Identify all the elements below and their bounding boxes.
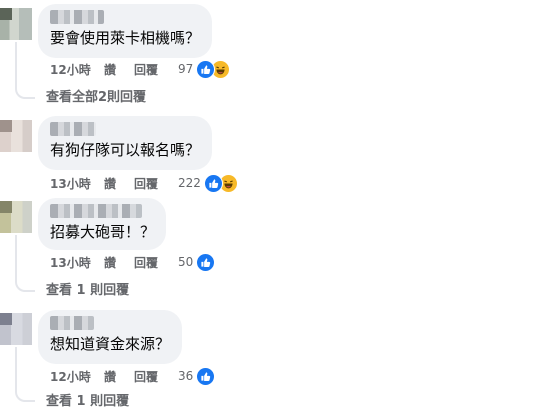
avatar[interactable] <box>0 313 32 345</box>
like-icon <box>196 59 216 79</box>
reply-button[interactable]: 回覆 <box>134 368 158 385</box>
avatar[interactable] <box>0 8 32 40</box>
thread-line <box>15 347 17 392</box>
reaction-count: 50 <box>178 255 194 269</box>
reaction-summary[interactable]: 50 <box>178 252 216 272</box>
reply-button[interactable]: 回覆 <box>134 61 158 78</box>
like-button[interactable]: 讚 <box>104 368 134 385</box>
reaction-count: 222 <box>178 176 201 190</box>
reaction-count: 36 <box>178 369 194 383</box>
comment-time[interactable]: 12小時 <box>50 61 104 78</box>
like-icon <box>196 252 216 272</box>
reaction-summary[interactable]: 222 <box>178 173 238 193</box>
reaction-summary[interactable]: 36 <box>178 366 216 386</box>
like-button[interactable]: 讚 <box>104 254 134 271</box>
thread-elbow <box>15 280 35 292</box>
commenter-name-blurred[interactable]: name <box>50 204 142 218</box>
comment-bubble: name 要會使用萊卡相機嗎？ <box>38 4 212 58</box>
thread-elbow <box>15 87 35 99</box>
like-icon <box>196 366 216 386</box>
commenter-name-blurred[interactable]: name <box>50 122 96 136</box>
thread-elbow <box>15 390 35 402</box>
avatar[interactable] <box>0 201 32 233</box>
comment-time[interactable]: 13小時 <box>50 175 104 192</box>
comment-bubble: name 有狗仔隊可以報名嗎？ <box>38 116 212 170</box>
thread-line <box>15 235 17 280</box>
reply-button[interactable]: 回覆 <box>134 254 158 271</box>
comment-text: 想知道資金來源？ <box>50 335 171 353</box>
comment-text: 招募大砲哥！？ <box>50 223 156 241</box>
comment-text: 要會使用萊卡相機嗎？ <box>50 29 201 47</box>
thread-line <box>15 42 17 87</box>
like-icon <box>203 173 223 193</box>
comment-time[interactable]: 12小時 <box>50 368 104 385</box>
commenter-name-blurred[interactable]: name <box>50 316 94 330</box>
view-replies-link[interactable]: 查看 1 則回覆 <box>46 393 129 411</box>
view-replies-link[interactable]: 查看 1 則回覆 <box>46 282 129 300</box>
like-button[interactable]: 讚 <box>104 61 134 78</box>
reaction-summary[interactable]: 97 <box>178 59 231 79</box>
reply-button[interactable]: 回覆 <box>134 175 158 192</box>
like-button[interactable]: 讚 <box>104 175 134 192</box>
comment-bubble: name 招募大砲哥！？ <box>38 198 166 250</box>
commenter-name-blurred[interactable]: name <box>50 10 104 24</box>
comment-text: 有狗仔隊可以報名嗎？ <box>50 141 201 159</box>
reaction-count: 97 <box>178 62 194 76</box>
view-replies-link[interactable]: 查看全部2則回覆 <box>46 89 146 107</box>
comment-bubble: name 想知道資金來源？ <box>38 310 182 364</box>
comment-time[interactable]: 13小時 <box>50 254 104 271</box>
avatar[interactable] <box>0 120 32 152</box>
